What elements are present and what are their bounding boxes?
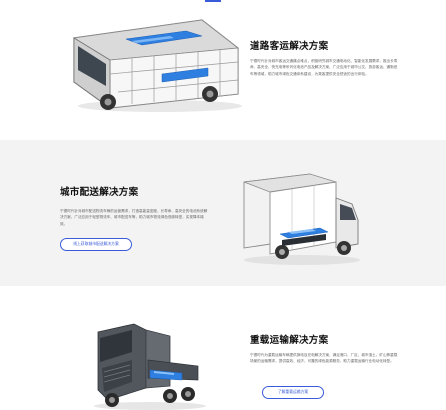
heavy-transport-cta-button[interactable]: 了解重载运输方案 [262,386,324,399]
road-passenger-section: 道路客运解决方案 宁德时代针对城市客运交通痛点难点，积极研究城市交通电动化、智能… [0,2,446,140]
heavy-truck-illustration [94,323,206,410]
electric-bus-illustration [72,19,242,112]
delivery-truck-illustration [243,173,360,265]
urban-delivery-description: 宁德时代针对城市配送物流车辆的运营需求，打造高能量密度、长寿命、高安全的电池系统… [60,209,208,226]
heavy-transport-title: 重载运输解决方案 [250,335,329,346]
road-passenger-description: 宁德时代针对城市客运交通痛点难点，积极研究城市交通电动化、智能化发展需求，推出长… [250,59,398,76]
heavy-transport-description: 宁德时代为重载运输车辆提供换电及充电解决方案，满足港口、厂区、城市渣土、矿山等重… [250,353,398,364]
urban-delivery-section: 城市配送解决方案 宁德时代针对城市配送物流车辆的运营需求，打造高能量密度、长寿命… [0,140,446,286]
urban-delivery-title: 城市配送解决方案 [60,187,139,198]
road-passenger-title: 道路客运解决方案 [250,41,329,52]
urban-delivery-cta-button[interactable]: 线上获取城市配送解决方案 [60,238,132,251]
heavy-transport-section: 重载运输解决方案 宁德时代为重载运输车辆提供换电及充电解决方案，满足港口、厂区、… [0,286,446,410]
